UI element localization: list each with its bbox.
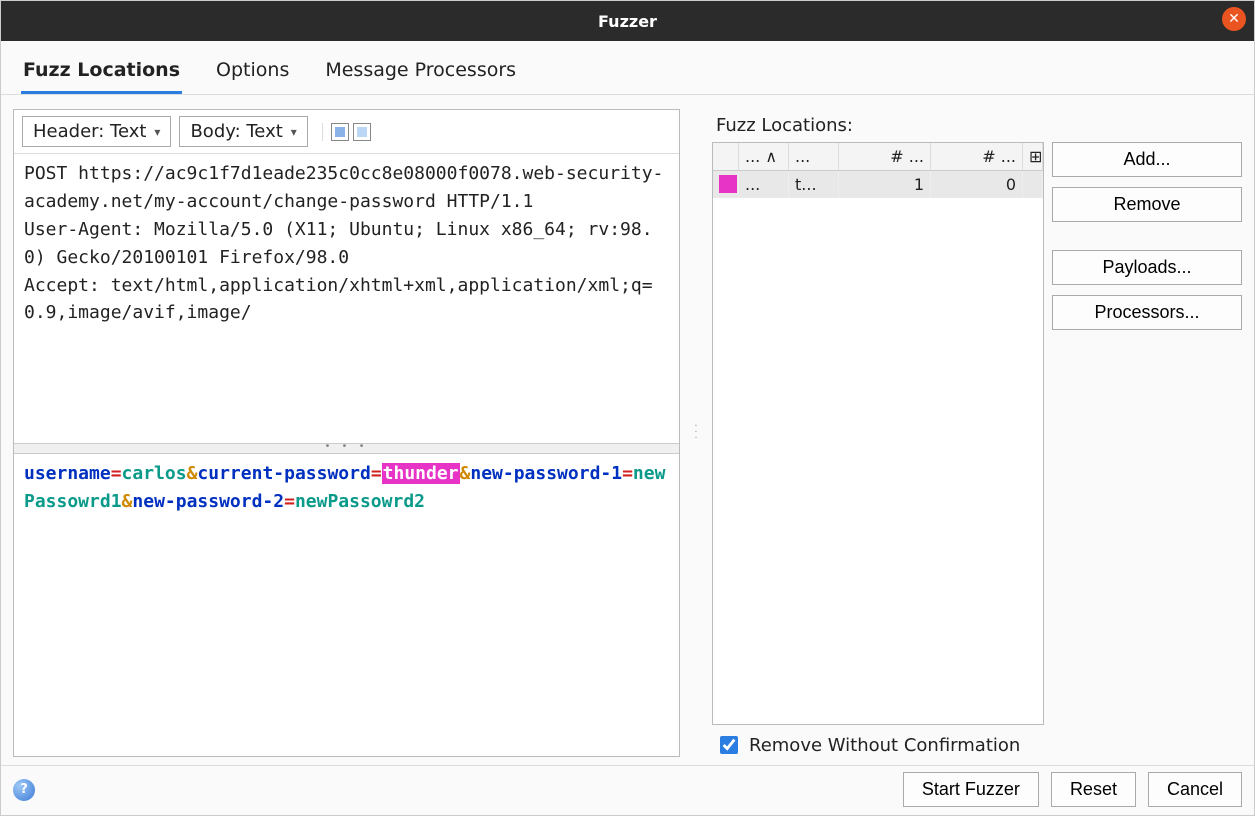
vertical-splitter[interactable]: ··· [692,109,700,757]
start-fuzzer-button[interactable]: Start Fuzzer [903,772,1039,807]
processors-button[interactable]: Processors... [1052,295,1242,330]
remove-button[interactable]: Remove [1052,187,1242,222]
col-start[interactable]: ... ∧ [739,143,789,170]
message-toolbar: Header: Text ▾ Body: Text ▾ [14,110,679,154]
message-panel: Header: Text ▾ Body: Text ▾ POST https:/… [13,109,680,757]
fuzzer-dialog: Fuzzer ✕ Fuzz Locations Options Message … [0,0,1255,816]
remove-without-confirmation-checkbox[interactable] [720,736,738,754]
amp-op: & [187,463,198,484]
cell-start: ... [739,171,789,198]
request-body-view[interactable]: username=carlos&current-password=thunder… [14,454,679,756]
fuzz-selection[interactable]: thunder [382,463,460,484]
body-view-combo[interactable]: Body: Text ▾ [179,116,307,147]
close-icon[interactable]: ✕ [1222,7,1246,31]
cell-type: t... [789,171,839,198]
equals-op: = [622,463,633,484]
col-type[interactable]: ... [789,143,839,170]
chevron-down-icon: ▾ [291,125,297,139]
table-body: ... t... 1 0 [713,171,1043,724]
layout-combined-icon[interactable] [353,123,371,141]
window-title: Fuzzer [598,12,657,31]
chevron-down-icon: ▾ [154,125,160,139]
col-count-2[interactable]: # ... [931,143,1023,170]
param-key: username [24,463,111,484]
fuzz-locations-panel: Fuzz Locations: ... ∧ ... # ... # ... ⊞ [712,109,1242,757]
header-view-combo-label: Header: Text [33,121,146,142]
equals-op: = [371,463,382,484]
amp-op: & [460,463,471,484]
table-header[interactable]: ... ∧ ... # ... # ... ⊞ [713,143,1043,171]
equals-op: = [284,491,295,512]
param-key: new-password-1 [470,463,622,484]
add-button[interactable]: Add... [1052,142,1242,177]
horizontal-splitter[interactable]: • • • [14,444,679,454]
help-icon[interactable]: ? [13,779,35,801]
content-area: Header: Text ▾ Body: Text ▾ POST https:/… [1,95,1254,765]
reset-button[interactable]: Reset [1051,772,1136,807]
fuzz-locations-table[interactable]: ... ∧ ... # ... # ... ⊞ ... t... 1 0 [712,142,1044,725]
param-key: new-password-2 [132,491,284,512]
param-value: carlos [122,463,187,484]
color-swatch [719,175,737,193]
param-value: newPassowrd2 [295,491,425,512]
dialog-footer: ? Start Fuzzer Reset Cancel [1,765,1254,815]
tab-fuzz-locations[interactable]: Fuzz Locations [21,53,182,94]
tab-bar: Fuzz Locations Options Message Processor… [1,41,1254,95]
cell-count-1: 1 [839,171,931,198]
param-key: current-password [197,463,370,484]
table-columns-menu-icon[interactable]: ⊞ [1023,143,1043,170]
remove-without-confirmation-label: Remove Without Confirmation [749,735,1020,756]
cancel-button[interactable]: Cancel [1148,772,1242,807]
col-color[interactable] [713,143,739,170]
table-row[interactable]: ... t... 1 0 [713,171,1043,198]
fuzz-locations-buttons: Add... Remove Payloads... Processors... [1052,142,1242,725]
fuzz-locations-label: Fuzz Locations: [712,109,1242,142]
tab-options[interactable]: Options [214,53,291,94]
remove-without-confirmation[interactable]: Remove Without Confirmation [712,725,1242,757]
layout-toggle-group [322,123,371,141]
titlebar: Fuzzer ✕ [1,1,1254,41]
body-view-combo-label: Body: Text [190,121,282,142]
payloads-button[interactable]: Payloads... [1052,250,1242,285]
cell-count-2: 0 [931,171,1023,198]
layout-split-icon[interactable] [331,123,349,141]
col-count-1[interactable]: # ... [839,143,931,170]
header-view-combo[interactable]: Header: Text ▾ [22,116,171,147]
request-header-view[interactable]: POST https://ac9c1f7d1eade235c0cc8e08000… [14,154,679,444]
equals-op: = [111,463,122,484]
tab-message-processors[interactable]: Message Processors [323,53,518,94]
amp-op: & [122,491,133,512]
